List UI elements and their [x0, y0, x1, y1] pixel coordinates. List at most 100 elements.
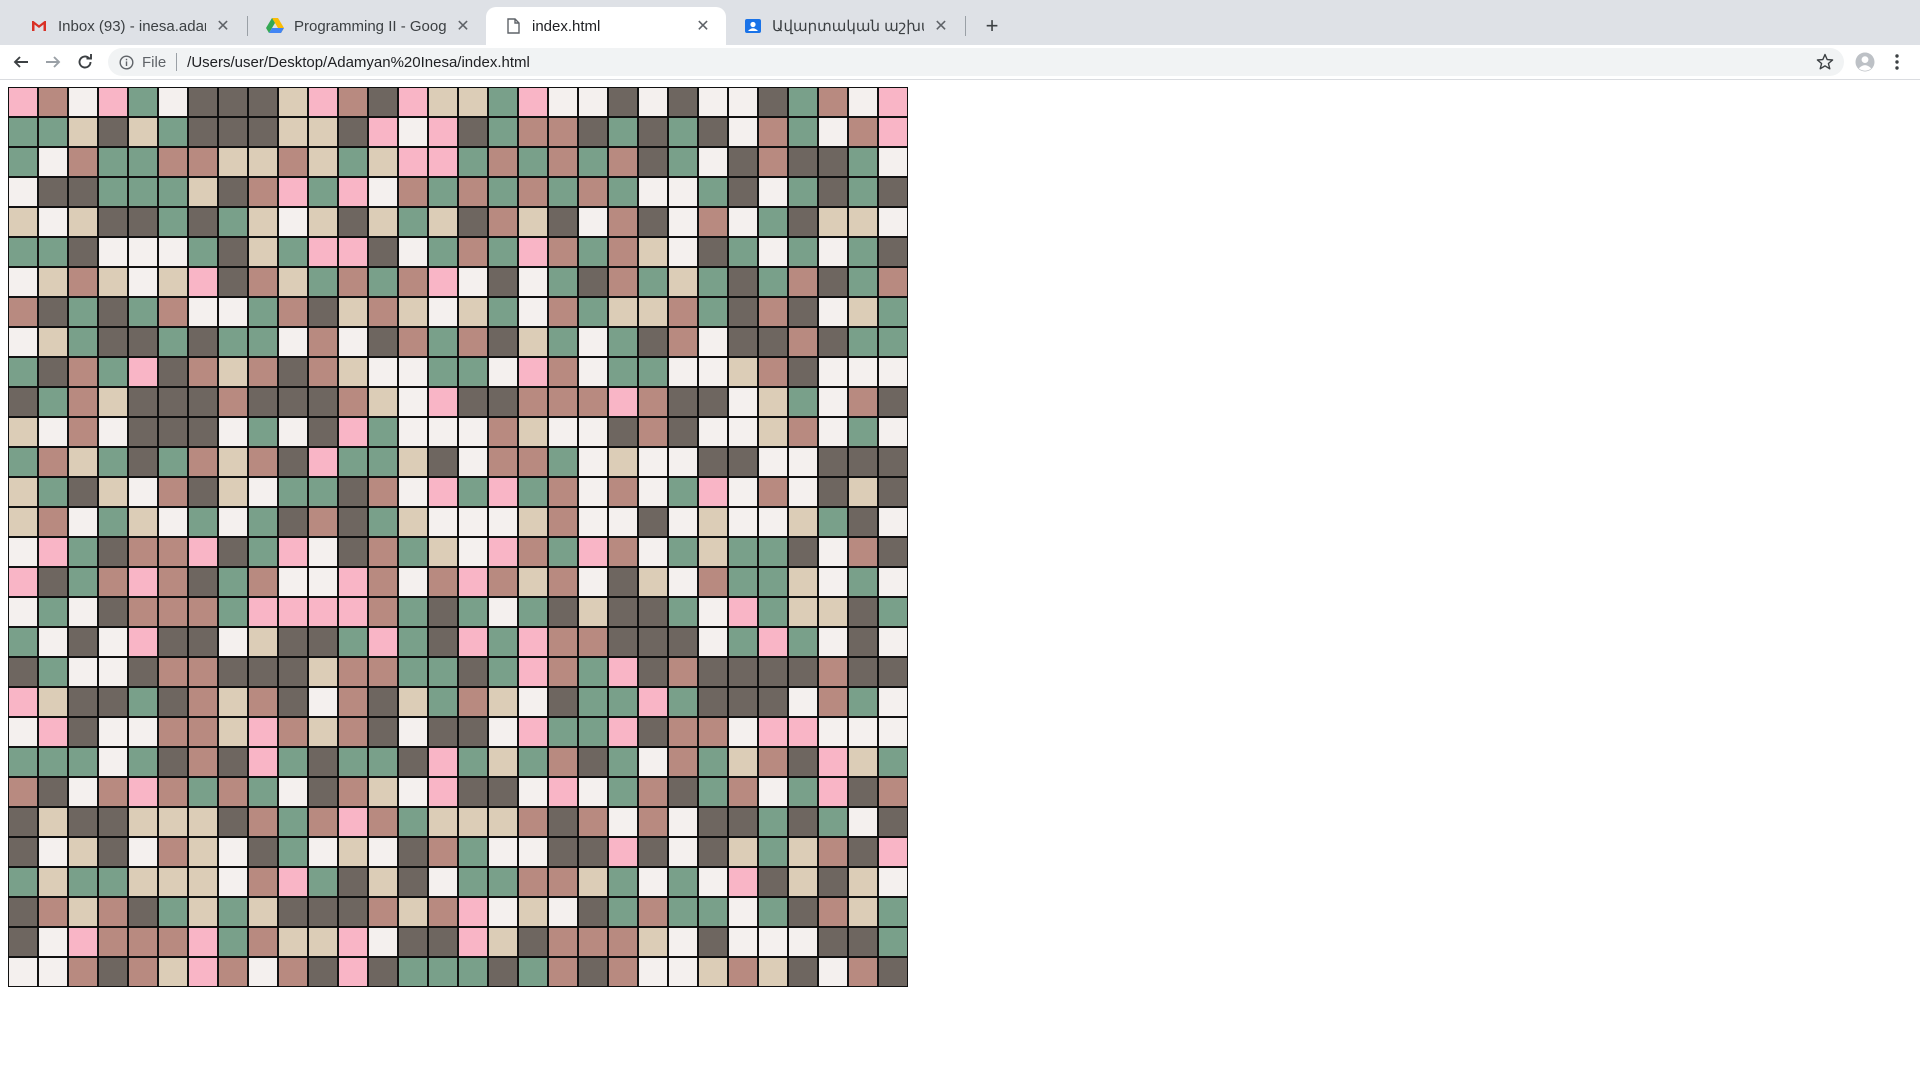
grid-cell — [548, 147, 578, 177]
grid-cell — [488, 327, 518, 357]
grid-cell — [338, 87, 368, 117]
browser-menu-button[interactable] — [1883, 48, 1911, 76]
grid-cell — [398, 627, 428, 657]
grid-cell — [218, 507, 248, 537]
grid-cell — [698, 657, 728, 687]
grid-cell — [578, 447, 608, 477]
grid-cell — [428, 717, 458, 747]
grid-cell — [848, 807, 878, 837]
grid-cell — [578, 777, 608, 807]
grid-cell — [488, 417, 518, 447]
grid-cell — [338, 417, 368, 447]
close-icon[interactable]: ✕ — [214, 17, 232, 35]
url-text[interactable]: /Users/user/Desktop/Adamyan%20Inesa/inde… — [187, 54, 530, 71]
grid-cell — [398, 267, 428, 297]
grid-cell — [488, 807, 518, 837]
tab-gmail-inbox[interactable]: Inbox (93) - inesa.adamyan1.y ✕ — [12, 7, 246, 45]
grid-cell — [248, 267, 278, 297]
grid-cell — [698, 777, 728, 807]
grid-cell — [368, 717, 398, 747]
info-icon[interactable] — [118, 54, 134, 70]
grid-cell — [548, 87, 578, 117]
grid-cell — [398, 807, 428, 837]
grid-cell — [488, 627, 518, 657]
grid-cell — [68, 447, 98, 477]
forward-button[interactable] — [39, 48, 67, 76]
grid-cell — [758, 507, 788, 537]
grid-cell — [68, 237, 98, 267]
grid-cell — [668, 747, 698, 777]
grid-cell — [128, 147, 158, 177]
grid-cell — [368, 237, 398, 267]
grid-cell — [878, 237, 908, 267]
grid-cell — [788, 417, 818, 447]
grid-cell — [878, 537, 908, 567]
grid-cell — [788, 237, 818, 267]
grid-cell — [758, 237, 788, 267]
grid-cell — [878, 267, 908, 297]
grid-cell — [698, 87, 728, 117]
grid-cell — [68, 747, 98, 777]
grid-cell — [98, 567, 128, 597]
grid-cell — [218, 807, 248, 837]
grid-cell — [698, 717, 728, 747]
grid-cell — [398, 927, 428, 957]
grid-cell — [638, 777, 668, 807]
grid-cell — [128, 507, 158, 537]
grid-cell — [158, 177, 188, 207]
grid-cell — [608, 177, 638, 207]
grid-cell — [428, 867, 458, 897]
grid-cell — [338, 147, 368, 177]
grid-cell — [8, 927, 38, 957]
grid-cell — [578, 837, 608, 867]
grid-cell — [428, 927, 458, 957]
grid-cell — [428, 837, 458, 867]
grid-cell — [8, 567, 38, 597]
grid-cell — [188, 417, 218, 447]
grid-cell — [338, 237, 368, 267]
profile-button[interactable] — [1851, 48, 1879, 76]
grid-cell — [848, 297, 878, 327]
grid-cell — [428, 897, 458, 927]
grid-cell — [878, 687, 908, 717]
grid-cell — [788, 507, 818, 537]
grid-cell — [68, 597, 98, 627]
reload-button[interactable] — [71, 48, 99, 76]
address-bar[interactable]: File /Users/user/Desktop/Adamyan%20Inesa… — [108, 48, 1844, 76]
grid-cell — [488, 87, 518, 117]
close-icon[interactable]: ✕ — [932, 17, 950, 35]
grid-cell — [488, 387, 518, 417]
grid-cell — [728, 357, 758, 387]
grid-cell — [848, 657, 878, 687]
grid-cell — [158, 537, 188, 567]
grid-cell — [548, 237, 578, 267]
grid-cell — [818, 147, 848, 177]
grid-cell — [398, 567, 428, 597]
new-tab-button[interactable]: + — [978, 12, 1006, 40]
tab-google-drive[interactable]: Programming II - Google Drive ✕ — [248, 7, 486, 45]
grid-cell — [158, 837, 188, 867]
grid-cell — [278, 597, 308, 627]
star-icon[interactable] — [1816, 53, 1834, 71]
grid-cell — [818, 897, 848, 927]
grid-cell — [608, 657, 638, 687]
grid-cell — [398, 147, 428, 177]
tab-classroom-assignment[interactable]: Ավարտական աշխատանք ՎԵՐՋ ✕ — [726, 7, 964, 45]
close-icon[interactable]: ✕ — [694, 17, 712, 35]
back-button[interactable] — [7, 48, 35, 76]
tab-index-html[interactable]: index.html ✕ — [486, 7, 726, 45]
grid-cell — [38, 657, 68, 687]
grid-cell — [248, 627, 278, 657]
grid-cell — [728, 807, 758, 837]
grid-cell — [308, 237, 338, 267]
close-icon[interactable]: ✕ — [454, 17, 472, 35]
grid-cell — [878, 717, 908, 747]
grid-cell — [278, 897, 308, 927]
grid-cell — [38, 957, 68, 987]
grid-cell — [188, 297, 218, 327]
grid-cell — [158, 567, 188, 597]
grid-cell — [68, 537, 98, 567]
grid-cell — [668, 327, 698, 357]
grid-cell — [188, 747, 218, 777]
grid-cell — [848, 327, 878, 357]
